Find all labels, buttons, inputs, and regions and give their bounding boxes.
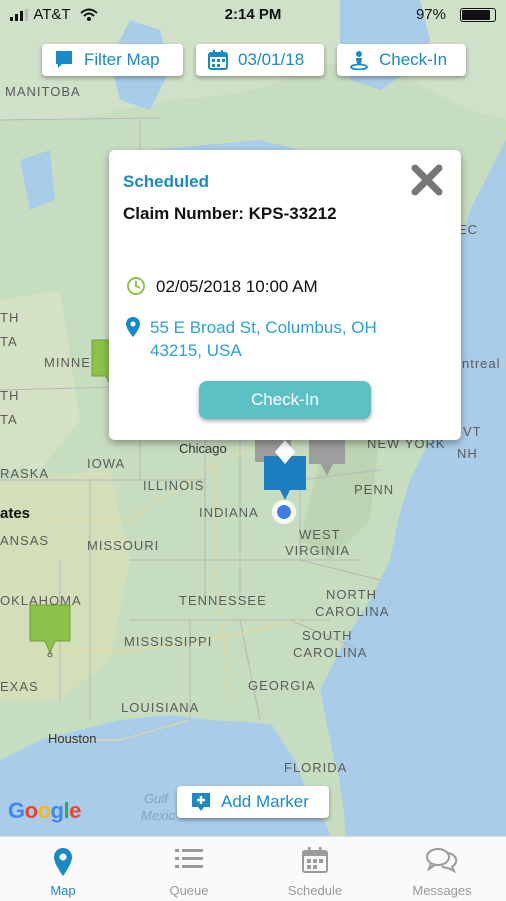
battery-percent: 97%	[415, 6, 446, 23]
map-label: MISSOURI	[87, 538, 160, 553]
map-label: CAROLINA	[315, 604, 390, 619]
tab-map[interactable]: Map	[0, 837, 126, 901]
map-label: FLORIDA	[284, 760, 348, 775]
check-in-button[interactable]: Check-In	[199, 381, 371, 419]
map-label: NH	[457, 446, 478, 461]
add-marker-icon	[192, 793, 210, 811]
map-label: TA	[0, 334, 18, 349]
claim-address-link[interactable]: 55 E Broad St, Columbus, OH 43215, USA	[150, 316, 420, 362]
map-label: EXAS	[0, 679, 39, 694]
google-letter: o	[37, 798, 51, 823]
map-label: ntreal	[462, 356, 501, 371]
google-letter: o	[24, 798, 38, 823]
map-pin-icon	[54, 848, 72, 876]
map-label: TH	[0, 310, 20, 325]
location-pin-icon	[126, 317, 140, 337]
google-letter: G	[8, 798, 25, 823]
filter-map-label: Filter Map	[84, 50, 160, 69]
add-marker-label: Add Marker	[221, 792, 309, 811]
tab-schedule[interactable]: Schedule	[252, 837, 378, 901]
check-in-button-top[interactable]: Check-In	[337, 44, 466, 76]
tab-bar: Map Queue Schedule Messages	[0, 836, 506, 901]
add-marker-button[interactable]: Add Marker	[177, 786, 329, 818]
map-label: ILLINOIS	[143, 478, 205, 493]
map-label: TH	[0, 388, 20, 403]
tab-label: Map	[50, 883, 76, 898]
map-label: VIRGINIA	[285, 543, 351, 558]
map-label: MANITOBA	[5, 84, 81, 99]
map-label: Chicago	[179, 441, 227, 456]
google-logo: Google	[8, 798, 81, 824]
map-label: MINNE	[44, 355, 91, 370]
current-location-icon	[272, 500, 296, 524]
map-label: SOUTH	[302, 628, 353, 643]
map-label: CAROLINA	[293, 645, 368, 660]
person-pin-icon	[350, 51, 368, 70]
claim-status: Scheduled	[123, 172, 209, 191]
google-letter: g	[50, 798, 64, 823]
map-label: Houston	[48, 731, 97, 746]
clock-icon	[127, 277, 145, 295]
claim-number: Claim Number: KPS-33212	[123, 204, 337, 223]
tab-label: Queue	[169, 883, 209, 898]
tab-messages[interactable]: Messages	[378, 837, 506, 901]
claim-info-popup: Scheduled Claim Number: KPS-33212 02/05/…	[109, 150, 461, 440]
google-letter: e	[69, 798, 81, 823]
map-label: VT	[463, 424, 482, 439]
map-label: TA	[0, 412, 18, 427]
map-label: ates	[0, 505, 31, 522]
map-label: MISSISSIPPI	[124, 634, 213, 649]
map-label: NORTH	[326, 587, 377, 602]
map-label: IOWA	[87, 456, 126, 471]
battery-icon	[460, 8, 496, 22]
map-label: WEST	[299, 527, 341, 542]
map-label: Gulf	[144, 791, 168, 806]
map-marker-selected[interactable]	[262, 438, 308, 502]
close-icon[interactable]	[409, 162, 445, 198]
map-label: TENNESSEE	[179, 593, 267, 608]
map-label: GEORGIA	[248, 678, 316, 693]
map-label: PENN	[354, 482, 395, 497]
map-label: Mexic	[141, 808, 175, 823]
map-label: RASKA	[0, 466, 50, 481]
list-icon	[175, 849, 203, 868]
map-marker-green[interactable]	[28, 603, 72, 657]
calendar-icon	[208, 50, 228, 70]
date-picker-button[interactable]: 03/01/18	[196, 44, 324, 76]
tab-label: Messages	[412, 883, 472, 898]
date-label: 03/01/18	[238, 50, 305, 69]
check-in-label: Check-In	[379, 50, 448, 69]
map-label: INDIANA	[199, 505, 259, 520]
map-label: LOUISIANA	[121, 700, 200, 715]
chat-bubbles-icon	[426, 848, 458, 873]
appointment-datetime: 02/05/2018 10:00 AM	[156, 277, 318, 296]
calendar-icon	[302, 847, 328, 873]
status-bar: AT&T 2:14 PM 97%	[0, 0, 506, 30]
tab-label: Schedule	[287, 883, 343, 898]
map-label: EC	[458, 222, 479, 237]
tab-queue[interactable]: Queue	[126, 837, 252, 901]
comment-icon	[56, 51, 72, 68]
map-label: ANSAS	[0, 533, 50, 548]
filter-map-button[interactable]: Filter Map	[42, 44, 183, 76]
